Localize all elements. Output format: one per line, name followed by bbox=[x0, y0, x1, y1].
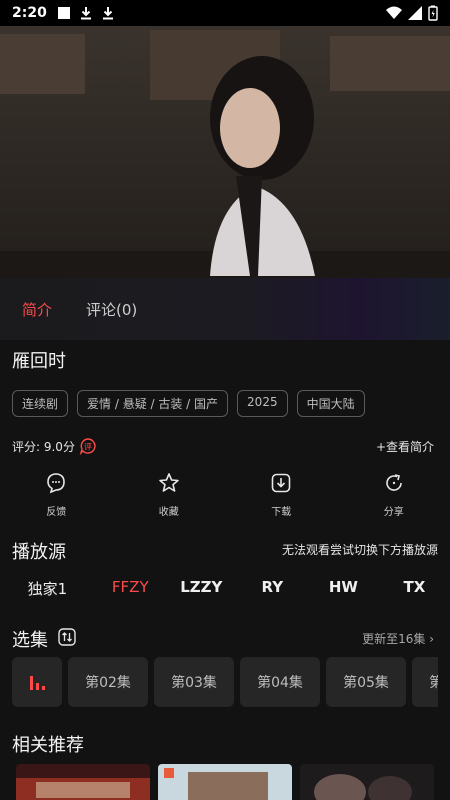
poster-image bbox=[158, 764, 292, 800]
status-bar: 2:20 bbox=[0, 0, 450, 26]
recommend-poster[interactable] bbox=[16, 764, 150, 800]
star-icon bbox=[158, 473, 179, 492]
svg-text:评: 评 bbox=[84, 443, 92, 452]
source-hint: 无法观看尝试切换下方播放源 bbox=[281, 543, 438, 557]
poster-image bbox=[300, 764, 434, 800]
signal-icon bbox=[408, 6, 422, 20]
download-label: 下载 bbox=[271, 507, 292, 518]
battery-icon bbox=[428, 5, 438, 21]
status-time: 2:20 bbox=[12, 5, 47, 21]
episode-item[interactable]: 第03集 bbox=[154, 657, 234, 707]
source-item[interactable]: LZZY bbox=[166, 578, 237, 599]
episode-item[interactable]: 第04集 bbox=[240, 657, 320, 707]
download-notification-icon bbox=[80, 7, 91, 20]
episode-current[interactable] bbox=[12, 657, 62, 707]
episode-list: 第02集 第03集 第04集 第05集 第06集 bbox=[12, 657, 438, 707]
tag-type[interactable]: 连续剧 bbox=[12, 390, 69, 417]
favorite-label: 收藏 bbox=[158, 507, 179, 518]
source-item[interactable]: 独家1 bbox=[0, 578, 95, 599]
recommend-poster[interactable] bbox=[158, 764, 292, 800]
recommend-poster[interactable] bbox=[300, 764, 434, 800]
episodes-section-title: 选集 bbox=[12, 630, 48, 651]
source-item[interactable]: HW bbox=[308, 578, 379, 599]
source-section-title: 播放源 bbox=[12, 542, 66, 563]
tag-region[interactable]: 中国大陆 bbox=[296, 390, 365, 417]
action-bar: 反馈 收藏 下载 分享 bbox=[0, 471, 450, 518]
share-label: 分享 bbox=[383, 507, 404, 518]
source-item-active[interactable]: FFZY bbox=[95, 578, 166, 599]
notification-square-icon bbox=[57, 7, 70, 19]
tag-list: 连续剧 爱情 / 悬疑 / 古装 / 国产 2025 中国大陆 bbox=[12, 390, 365, 417]
video-player[interactable] bbox=[0, 26, 450, 278]
playing-bars-icon bbox=[30, 676, 45, 690]
update-status-text: 更新至16集 bbox=[362, 632, 426, 646]
download-button[interactable]: 下载 bbox=[225, 471, 338, 518]
video-frame-image bbox=[0, 26, 450, 278]
view-intro-link[interactable]: +查看简介 bbox=[376, 438, 434, 455]
favorite-button[interactable]: 收藏 bbox=[113, 471, 226, 518]
share-button[interactable]: 分享 bbox=[338, 471, 450, 518]
tag-year[interactable]: 2025 bbox=[237, 390, 288, 417]
source-item[interactable]: RY bbox=[237, 578, 308, 599]
tab-comments[interactable]: 评论(0) bbox=[86, 299, 137, 320]
comment-badge-icon[interactable]: 评 bbox=[79, 437, 97, 455]
rating-text: 评分: 9.0分 bbox=[12, 439, 75, 454]
episode-item[interactable]: 第06集 bbox=[412, 657, 438, 707]
rating: 评分: 9.0分 评 bbox=[12, 437, 97, 455]
feedback-button[interactable]: 反馈 bbox=[0, 471, 113, 518]
show-title: 雁回时 bbox=[12, 351, 66, 372]
download-notification-icon-2 bbox=[102, 7, 113, 20]
download-icon bbox=[271, 473, 291, 493]
tag-genres[interactable]: 爱情 / 悬疑 / 古装 / 国产 bbox=[77, 390, 229, 417]
chevron-right-icon: › bbox=[429, 632, 434, 646]
recommend-section-title: 相关推荐 bbox=[12, 735, 84, 756]
update-status-link[interactable]: 更新至16集 › bbox=[362, 630, 434, 647]
share-icon bbox=[385, 474, 402, 491]
tab-intro[interactable]: 简介 bbox=[22, 299, 52, 320]
feedback-label: 反馈 bbox=[46, 507, 67, 518]
source-item[interactable]: TX bbox=[379, 578, 450, 599]
recommend-list bbox=[16, 764, 434, 800]
episode-item[interactable]: 第05集 bbox=[326, 657, 406, 707]
sort-icon[interactable] bbox=[58, 628, 76, 646]
poster-image bbox=[16, 764, 150, 800]
detail-tabs: 简介 评论(0) bbox=[0, 278, 450, 340]
source-list: 独家1 FFZY LZZY RY HW TX bbox=[0, 578, 450, 599]
episode-item[interactable]: 第02集 bbox=[68, 657, 148, 707]
feedback-icon bbox=[47, 473, 66, 494]
wifi-icon bbox=[386, 6, 402, 19]
